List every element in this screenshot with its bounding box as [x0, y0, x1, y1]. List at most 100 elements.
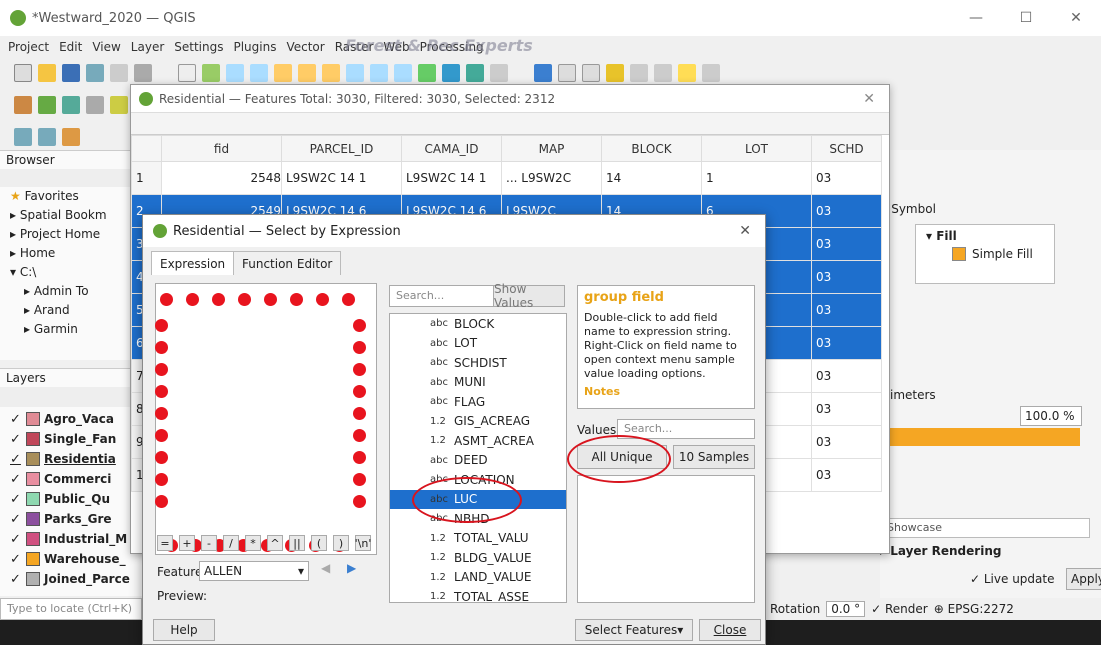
open-project-icon[interactable]: [38, 64, 56, 82]
menu-settings[interactable]: Settings: [174, 40, 223, 54]
symbol-fill-item[interactable]: ▾ Fill: [916, 225, 1054, 247]
table-cell[interactable]: 1: [701, 161, 812, 195]
select-by-value-icon[interactable]: [38, 128, 56, 146]
map-tips-icon[interactable]: [678, 64, 696, 82]
menu-project[interactable]: Project: [8, 40, 49, 54]
operator-button[interactable]: -: [201, 535, 217, 551]
dialog-close-icon[interactable]: ✕: [739, 223, 751, 239]
field-item[interactable]: 1.2 GIS_ACREAG: [390, 412, 566, 432]
identify-icon[interactable]: [534, 64, 552, 82]
table-cell[interactable]: 03: [811, 458, 882, 492]
browser-item-favorites[interactable]: ★ Favorites: [10, 187, 130, 206]
select-features-button[interactable]: Select Features ▾: [575, 619, 693, 641]
operator-button[interactable]: ^: [267, 535, 283, 551]
layer-item[interactable]: ✓ Joined_Parce: [10, 569, 142, 589]
next-feature-icon[interactable]: ▶: [347, 561, 356, 575]
table-cell[interactable]: L9SW2C 14 1: [281, 161, 402, 195]
layer-item[interactable]: ✓ Warehouse_: [10, 549, 142, 569]
tab-function-editor[interactable]: Function Editor: [233, 251, 342, 275]
function-search-input[interactable]: Search...: [389, 285, 509, 307]
temporal-icon[interactable]: [466, 64, 484, 82]
col-cama-id[interactable]: CAMA_ID: [401, 135, 502, 162]
digitize-icon[interactable]: [110, 96, 128, 114]
field-item[interactable]: abc LOT: [390, 334, 566, 354]
checkbox-icon[interactable]: ✓: [10, 432, 22, 447]
locate-input[interactable]: Type to locate (Ctrl+K): [0, 598, 142, 620]
zoom-out-icon[interactable]: [250, 64, 268, 82]
layer-item[interactable]: ✓ Agro_Vaca: [10, 409, 142, 429]
add-raster-icon[interactable]: [62, 96, 80, 114]
statistics-icon[interactable]: [630, 64, 648, 82]
maximize-button[interactable]: ☐: [1001, 0, 1051, 36]
browser-item-garmin[interactable]: ▸ Garmin: [10, 320, 130, 339]
menu-view[interactable]: View: [92, 40, 120, 54]
operator-button[interactable]: ||: [289, 535, 305, 551]
operator-button[interactable]: ): [333, 535, 349, 551]
tab-expression[interactable]: Expression: [151, 251, 235, 275]
menu-layer[interactable]: Layer: [131, 40, 164, 54]
opacity-input[interactable]: 100.0 %: [1020, 406, 1082, 426]
pan-to-selection-icon[interactable]: [202, 64, 220, 82]
table-cell[interactable]: 03: [811, 260, 882, 294]
browser-item-admin[interactable]: ▸ Admin To: [10, 282, 130, 301]
layer-item[interactable]: ✓ Commerci: [10, 469, 142, 489]
help-button[interactable]: Help: [153, 619, 215, 641]
table-cell[interactable]: 1: [131, 161, 162, 195]
col-parcel-id[interactable]: PARCEL_ID: [281, 135, 402, 162]
prev-feature-icon[interactable]: ◀: [321, 561, 330, 575]
layer-item[interactable]: ✓ Parks_Gre: [10, 509, 142, 529]
table-cell[interactable]: 03: [811, 194, 882, 228]
values-list[interactable]: [577, 475, 755, 603]
browser-item-drive-c[interactable]: ▾ C:\: [10, 263, 130, 282]
zoom-full-icon[interactable]: [274, 64, 292, 82]
checkbox-icon[interactable]: ✓: [10, 552, 22, 567]
new-project-icon[interactable]: [14, 64, 32, 82]
field-item[interactable]: 1.2 TOTAL_VALU: [390, 529, 566, 549]
table-cell[interactable]: 03: [811, 326, 882, 360]
table-cell[interactable]: 03: [811, 392, 882, 426]
attribute-table-icon[interactable]: [558, 64, 576, 82]
new-map-view-icon[interactable]: [418, 64, 436, 82]
field-item[interactable]: 1.2 ASMT_ACREA: [390, 431, 566, 451]
checkbox-icon[interactable]: ✓: [10, 512, 22, 527]
zoom-selection-icon[interactable]: [298, 64, 316, 82]
table-cell[interactable]: 03: [811, 359, 882, 393]
table-cell[interactable]: 03: [811, 425, 882, 459]
expression-editor[interactable]: [155, 283, 377, 555]
refresh-icon[interactable]: [490, 64, 508, 82]
field-item[interactable]: abc SCHDIST: [390, 353, 566, 373]
field-item[interactable]: 1.2 LAND_VALUE: [390, 568, 566, 588]
operator-button[interactable]: (: [311, 535, 327, 551]
operator-button[interactable]: =: [157, 535, 173, 551]
zoom-layer-icon[interactable]: [322, 64, 340, 82]
new-3d-view-icon[interactable]: [442, 64, 460, 82]
symbol-showcase-select[interactable]: Showcase: [880, 518, 1090, 538]
table-cell[interactable]: 03: [811, 161, 882, 195]
col-fid[interactable]: fid: [161, 135, 282, 162]
menu-edit[interactable]: Edit: [59, 40, 82, 54]
field-item[interactable]: abc BLOCK: [390, 314, 566, 334]
checkbox-icon[interactable]: ✓: [10, 532, 22, 547]
ten-samples-button[interactable]: 10 Samples: [673, 445, 755, 469]
layout-manager-icon[interactable]: [110, 64, 128, 82]
layer-rendering-group[interactable]: ▸ Layer Rendering: [880, 544, 1001, 558]
simple-fill-item[interactable]: Simple Fill: [916, 247, 1054, 261]
table-cell[interactable]: 2548: [161, 161, 282, 195]
close-button[interactable]: ✕: [1051, 0, 1101, 36]
close-button[interactable]: Close: [699, 619, 761, 641]
apply-button[interactable]: Apply: [1066, 568, 1101, 590]
col-schd[interactable]: SCHD: [811, 135, 882, 162]
new-print-layout-icon[interactable]: [86, 64, 104, 82]
table-cell[interactable]: 14: [601, 161, 702, 195]
operator-button[interactable]: *: [245, 535, 261, 551]
browser-item-project-home[interactable]: ▸ Project Home: [10, 225, 130, 244]
pan-icon[interactable]: [178, 64, 196, 82]
browser-item-spatial-bookmarks[interactable]: ▸ Spatial Bookm: [10, 206, 130, 225]
checkbox-icon[interactable]: ✓: [10, 572, 22, 587]
checkbox-icon[interactable]: ✓: [10, 412, 22, 427]
select-features-icon[interactable]: [14, 128, 32, 146]
checkbox-icon[interactable]: ✓: [10, 452, 22, 467]
save-project-icon[interactable]: [62, 64, 80, 82]
add-vector-icon[interactable]: [38, 96, 56, 114]
minimize-button[interactable]: —: [951, 0, 1001, 36]
